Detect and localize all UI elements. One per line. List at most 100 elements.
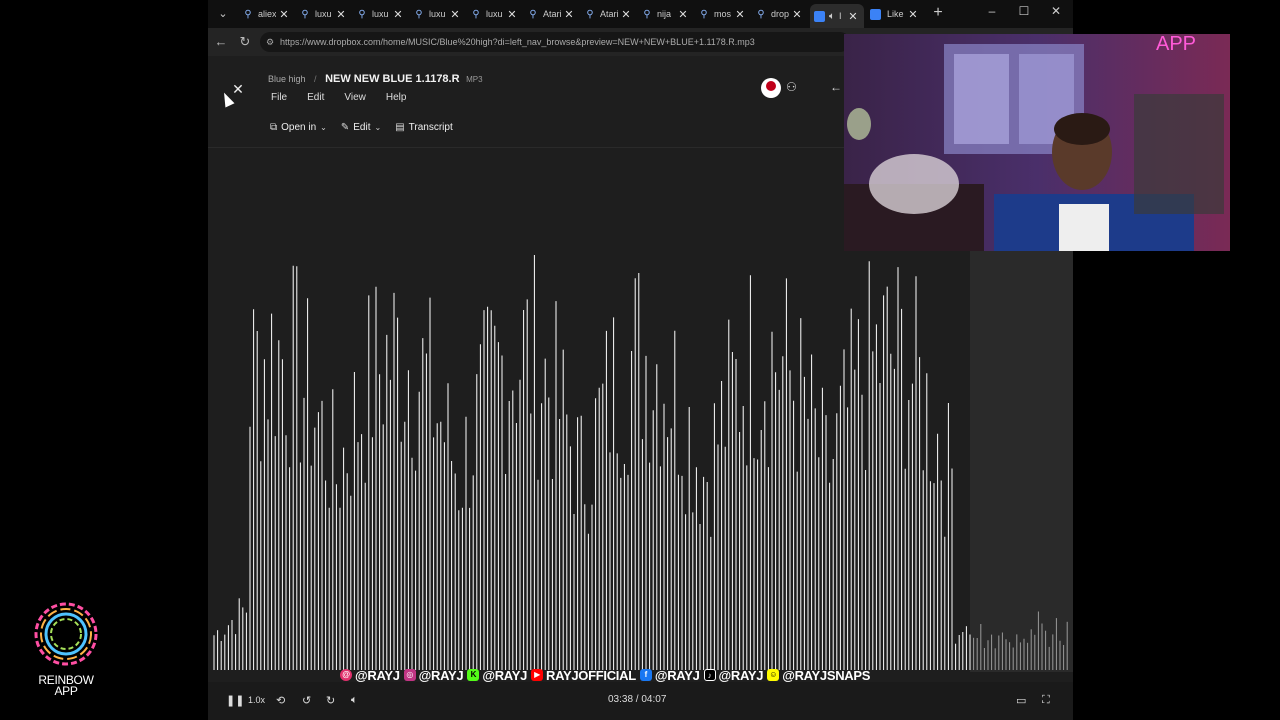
edit-button[interactable]: ✎ Edit ⌄ xyxy=(341,122,381,133)
kick-icon: K xyxy=(467,669,480,681)
close-tab-icon[interactable]: ✕ xyxy=(450,8,460,21)
screen: ⌄ ⚲ aliex ✕ ⚲ luxu ✕ ⚲ luxu ✕ ⚲ luxu ✕ ⚲… xyxy=(0,0,1280,720)
speaker-icon[interactable]: 🔈︎ xyxy=(829,11,835,22)
playback-speed-button[interactable]: 1.0x xyxy=(248,695,265,705)
tab-label: Atari xyxy=(543,9,561,19)
browser-tab[interactable]: ⚲ drop ✕ xyxy=(755,4,802,24)
tiktok-icon: ♪ xyxy=(703,669,716,681)
chevron-down-icon: ⌄ xyxy=(374,123,382,132)
close-tab-icon[interactable]: ✕ xyxy=(507,8,517,21)
webcam-overlay: APP xyxy=(844,34,1230,251)
search-icon: ⚲ xyxy=(472,8,480,20)
menu-file[interactable]: File xyxy=(271,92,287,103)
back-icon[interactable]: ← xyxy=(213,34,229,49)
close-tab-icon[interactable]: ✕ xyxy=(393,8,403,21)
menu-help[interactable]: Help xyxy=(386,92,407,103)
chevron-down-icon: ⌄ xyxy=(320,123,327,132)
close-tab-icon[interactable]: ✕ xyxy=(336,8,346,21)
neon-sign-text: APP xyxy=(1156,34,1196,55)
fullscreen-icon[interactable]: ⛶ xyxy=(1042,694,1050,707)
site-info-icon[interactable]: ⚙ xyxy=(266,32,274,52)
browser-tab[interactable]: ⚲ Atari ✕ xyxy=(584,4,631,24)
breadcrumb-folder[interactable]: Blue high xyxy=(268,74,306,84)
new-tab-button[interactable]: + xyxy=(930,4,946,22)
close-tab-icon[interactable]: ✕ xyxy=(678,8,688,21)
url-field[interactable]: ⚙ https://www.dropbox.com/home/MUSIC/Blu… xyxy=(260,32,850,52)
url-text: https://www.dropbox.com/home/MUSIC/Blue%… xyxy=(280,37,755,47)
close-tab-icon[interactable]: ✕ xyxy=(735,8,745,21)
tab-label: luxu xyxy=(486,9,503,19)
rewind-10-icon[interactable]: ↺ xyxy=(302,694,311,707)
tab-label: Like xyxy=(887,9,904,19)
transcript-label: Transcript xyxy=(408,122,453,133)
close-preview-button[interactable]: ✕ xyxy=(229,80,247,98)
dropbox-icon xyxy=(814,10,825,22)
youtube-icon: ▶ xyxy=(531,669,544,681)
tab-label: nija xyxy=(657,9,672,19)
reload-icon[interactable]: ↻ xyxy=(237,34,253,50)
tab-label: mos xyxy=(714,9,732,19)
tab-search-dropdown-icon[interactable]: ⌄ xyxy=(212,5,234,23)
instagram-icon: ◎ xyxy=(403,669,416,681)
social-handle: @RAYJ xyxy=(718,667,764,683)
menu-view[interactable]: View xyxy=(344,92,366,103)
logo-line-2: APP xyxy=(54,684,78,698)
captions-icon[interactable]: ▭ xyxy=(1016,694,1026,707)
social-handle: @RAYJ xyxy=(355,667,400,683)
collapse-arrow-icon[interactable]: ← xyxy=(830,80,842,94)
social-handle: @RAYJ xyxy=(654,667,700,683)
search-icon: ⚲ xyxy=(301,8,309,20)
audio-player-controls: ❚❚ 1.0x ⟲ ↺ ↻ 🔈︎ 03:38 / 04:07 ▭ ⛶ xyxy=(208,682,1073,720)
logo-text: REINBOW APP xyxy=(28,674,104,698)
pause-icon[interactable]: ❚❚ xyxy=(226,694,244,707)
browser-tab[interactable]: ⚲ luxu ✕ xyxy=(413,4,460,24)
close-tab-icon[interactable]: ✕ xyxy=(908,8,918,21)
browser-tab[interactable]: ⚲ mos ✕ xyxy=(698,4,745,24)
close-tab-icon[interactable]: ✕ xyxy=(792,8,802,21)
maximize-icon[interactable]: ☐ xyxy=(1016,4,1032,18)
search-icon: ⚲ xyxy=(643,8,651,20)
pencil-icon: ✎ xyxy=(340,122,350,133)
volume-icon[interactable]: 🔈︎ xyxy=(351,694,358,707)
browser-tab[interactable]: ⚲ aliex ✕ xyxy=(242,4,289,24)
close-tab-icon[interactable]: ✕ xyxy=(848,10,858,23)
open-external-icon: ⧉ xyxy=(270,122,278,133)
browser-tab-active[interactable]: 🔈︎ I ✕ xyxy=(810,4,864,28)
close-window-icon[interactable]: ✕ xyxy=(1048,4,1064,18)
browser-tab[interactable]: ⚲ luxu ✕ xyxy=(470,4,517,24)
playback-time: 03:38 / 04:07 xyxy=(608,694,667,705)
browser-tab[interactable]: ⚲ Atari ✕ xyxy=(527,4,574,24)
menu-edit[interactable]: Edit xyxy=(307,92,324,103)
preview-toolbar: ⧉ Open in ⌄ ✎ Edit ⌄ ▤ Transcript xyxy=(270,122,467,133)
search-icon: ⚲ xyxy=(358,8,366,20)
browser-tab[interactable]: ⚲ luxu ✕ xyxy=(356,4,403,24)
edit-label: Edit xyxy=(353,122,371,133)
social-handle: RAYJOFFICIAL xyxy=(546,667,636,683)
close-tab-icon[interactable]: ✕ xyxy=(564,8,574,21)
transcript-button[interactable]: ▤ Transcript xyxy=(395,122,453,133)
captions-icon: ▤ xyxy=(395,122,405,133)
facebook-icon: f xyxy=(639,669,652,681)
tab-label: drop xyxy=(771,9,789,19)
snapchat-icon: ☺ xyxy=(767,669,780,681)
tab-label: I xyxy=(839,11,842,21)
browser-tab[interactable]: ⚲ luxu ✕ xyxy=(299,4,346,24)
tab-strip: ⌄ ⚲ aliex ✕ ⚲ luxu ✕ ⚲ luxu ✕ ⚲ luxu ✕ ⚲… xyxy=(208,0,1073,28)
search-icon: ⚲ xyxy=(244,8,252,20)
menu-bar: File Edit View Help xyxy=(271,92,426,103)
search-icon: ⚲ xyxy=(700,8,708,20)
close-tab-icon[interactable]: ✕ xyxy=(621,8,631,21)
search-icon: ⚲ xyxy=(529,8,537,20)
loop-icon[interactable]: ⟲ xyxy=(276,694,285,707)
browser-tab[interactable]: Like ✕ xyxy=(870,4,918,24)
share-people-icon[interactable]: ⚇ xyxy=(786,80,797,94)
minimize-icon[interactable]: – xyxy=(984,4,1000,18)
open-in-label: Open in xyxy=(281,122,317,133)
tab-label: luxu xyxy=(429,9,446,19)
browser-tab[interactable]: ⚲ nija ✕ xyxy=(641,4,688,24)
open-in-button[interactable]: ⧉ Open in ⌄ xyxy=(270,122,327,133)
search-icon: ⚲ xyxy=(415,8,423,20)
avatar[interactable] xyxy=(761,78,781,98)
forward-10-icon[interactable]: ↻ xyxy=(326,694,335,707)
close-tab-icon[interactable]: ✕ xyxy=(279,8,289,21)
